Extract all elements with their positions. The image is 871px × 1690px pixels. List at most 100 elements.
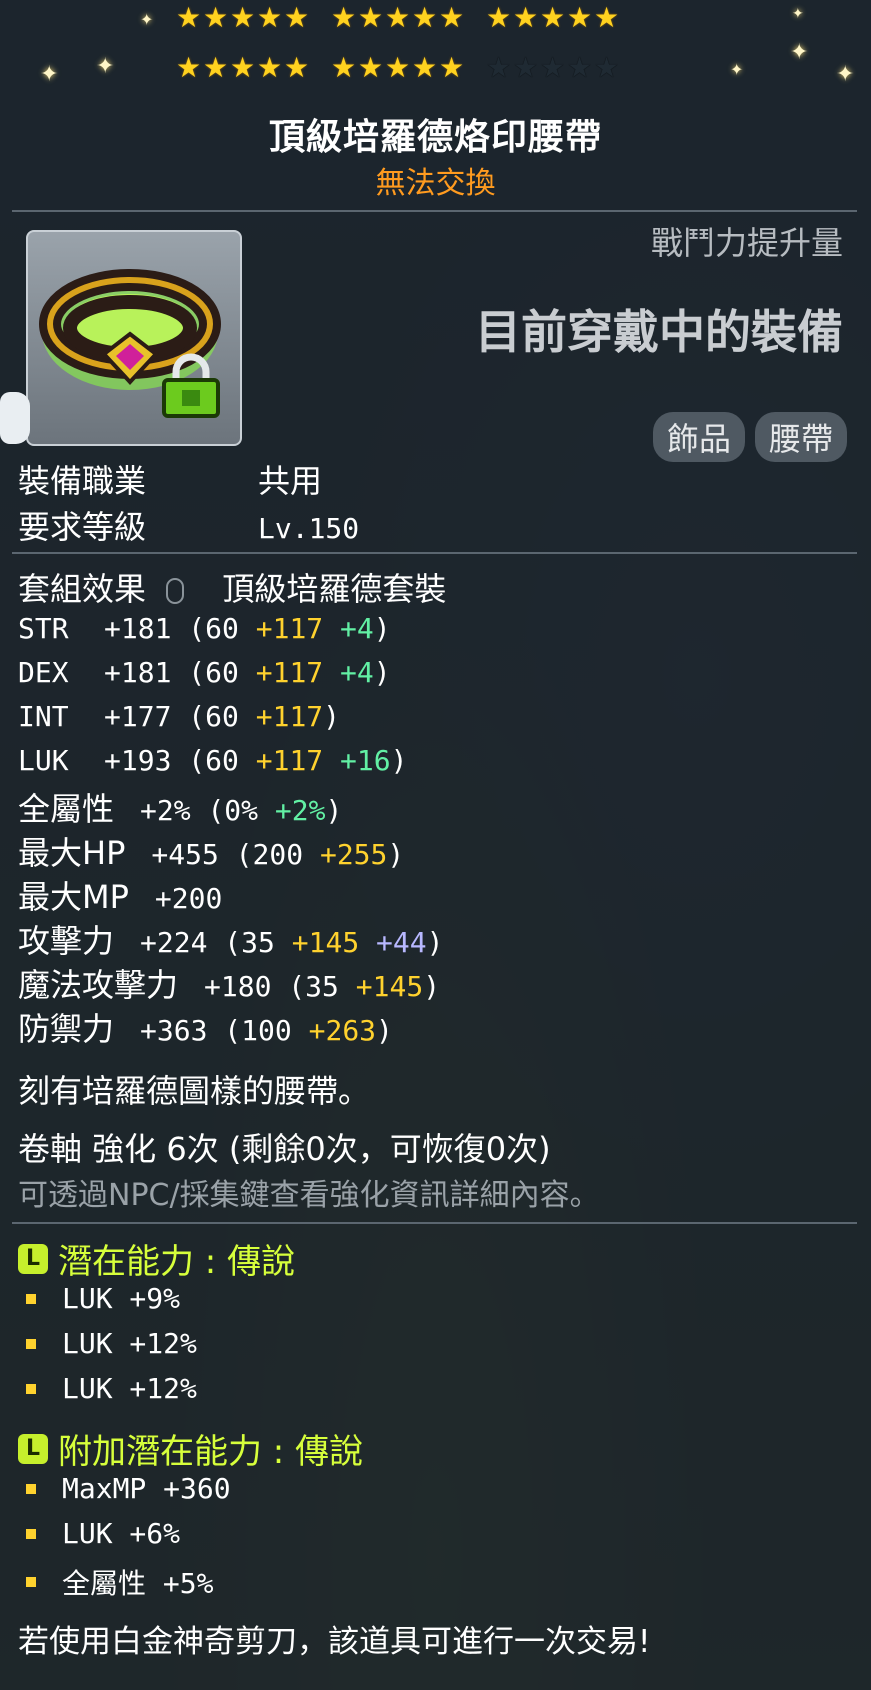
- star-filled-icon: ★: [438, 51, 465, 84]
- stat-close: ): [387, 838, 405, 871]
- star-group: ★ ★ ★ ★ ★: [485, 52, 620, 84]
- star-empty-icon: ★: [539, 51, 566, 84]
- mouse-icon: [166, 578, 185, 604]
- star-filled-icon: ★: [566, 1, 593, 34]
- stat-name: 最大HP: [18, 834, 126, 872]
- divider: [12, 1222, 857, 1224]
- star-filled-icon: ★: [202, 51, 229, 84]
- stat-bonus: +117: [255, 656, 324, 689]
- bullet-icon: [26, 1338, 36, 1349]
- set-effect-label: 套組效果: [18, 570, 147, 608]
- stat-name: STR: [18, 612, 69, 645]
- stat-extra: +2%: [274, 794, 326, 827]
- stat-name: 攻擊力: [18, 922, 115, 960]
- star-empty-icon: ★: [566, 51, 593, 84]
- stat-row: INT +177 (60 +117): [18, 696, 340, 734]
- stat-total: +193: [104, 744, 172, 777]
- item-name: 頂級培羅德烙印腰帶: [268, 117, 602, 158]
- power-increase-label: 戰鬥力提升量: [650, 224, 843, 262]
- stat-row: 全屬性 +2% (0% +2%): [18, 784, 342, 830]
- star-filled-icon: ★: [512, 1, 539, 34]
- stat-extra: +4: [323, 656, 374, 689]
- star-filled-icon: ★: [438, 1, 465, 34]
- stat-bonus: +145: [355, 970, 424, 1003]
- stat-bonus: +263: [308, 1014, 377, 1047]
- stat-name: LUK: [18, 744, 69, 777]
- req-level-value: Lv.150: [258, 512, 360, 545]
- sparkle-icon: ✦: [790, 40, 809, 65]
- stat-close: ): [423, 970, 441, 1003]
- item-description: 刻有培羅德圖樣的腰帶。: [18, 1072, 371, 1110]
- star-filled-icon: ★: [202, 1, 229, 34]
- star-empty-icon: ★: [512, 51, 539, 84]
- stat-base: (60: [171, 612, 256, 645]
- stat-name: 魔法攻擊力: [18, 966, 179, 1004]
- divider: [12, 552, 857, 554]
- category-tags: 飾品 腰帶: [652, 412, 847, 462]
- stat-base: (0%: [190, 794, 275, 827]
- star-filled-icon: ★: [229, 51, 256, 84]
- star-empty-icon: ★: [593, 51, 620, 84]
- star-group: ★ ★ ★ ★ ★: [175, 52, 310, 84]
- bullet-icon: [26, 1528, 36, 1539]
- bullet-icon: [26, 1577, 36, 1587]
- star-filled-icon: ★: [175, 1, 202, 34]
- potential-line: LUK +9%: [26, 1282, 180, 1315]
- sparkle-icon: ✦: [40, 62, 59, 87]
- req-job-label: 裝備職業: [18, 462, 147, 500]
- stat-bonus: +117: [255, 700, 324, 733]
- star-filled-icon: ★: [357, 51, 384, 84]
- stat-base: (100: [207, 1014, 309, 1047]
- star-group: ★ ★ ★ ★ ★: [485, 2, 620, 34]
- stat-close: ): [325, 794, 343, 827]
- star-group: ★ ★ ★ ★ ★: [330, 52, 465, 84]
- lock-icon: [162, 353, 220, 418]
- stat-total: +177: [104, 700, 172, 733]
- stat-name: DEX: [18, 656, 69, 689]
- upgrade-hint: 可透過NPC/採集鍵查看強化資訊詳細內容。: [18, 1178, 600, 1213]
- stat-name: 全屬性: [18, 790, 115, 828]
- bullet-icon: [26, 1383, 36, 1394]
- potential-header: L 潛在能力 : 傳說: [18, 1234, 295, 1283]
- stat-total: +180: [204, 970, 272, 1003]
- star-filled-icon: ★: [384, 51, 411, 84]
- sparkle-icon: ✦: [140, 10, 154, 29]
- star-filled-icon: ★: [330, 1, 357, 34]
- stat-row: 最大HP +455 (200 +255): [18, 828, 404, 874]
- stat-bonus: +255: [319, 838, 388, 871]
- stat-total: +200: [154, 882, 223, 915]
- sparkle-icon: ✦: [96, 54, 115, 79]
- stat-close: ): [390, 744, 408, 777]
- bullet-icon: [26, 1293, 36, 1304]
- legendary-badge-icon: L: [18, 1433, 48, 1464]
- potential-line: LUK +12%: [26, 1372, 197, 1405]
- bullet-icon: [26, 1483, 36, 1494]
- stat-total: +181: [104, 612, 172, 645]
- star-force-row-2: ★ ★ ★ ★ ★ ★ ★ ★ ★ ★ ★ ★ ★ ★ ★: [175, 52, 640, 84]
- req-job-value: 共用: [258, 462, 323, 500]
- stat-total: +455: [151, 838, 219, 871]
- stat-row: 最大MP +200: [18, 872, 222, 918]
- stat-row: LUK +193 (60 +117 +16): [18, 740, 407, 778]
- star-filled-icon: ★: [593, 1, 620, 34]
- item-icon-frame: [26, 230, 242, 446]
- stat-bonus: +117: [255, 744, 324, 777]
- stat-name: 最大MP: [18, 878, 129, 916]
- stat-total: +2%: [140, 794, 191, 827]
- stat-total: +224: [140, 926, 208, 959]
- bonus-potential-line: 全屬性 +5%: [26, 1562, 213, 1602]
- bonus-potential-line: MaxMP +360: [26, 1472, 231, 1505]
- stat-row: STR +181 (60 +117 +4): [18, 608, 391, 646]
- bonus-potential-line: LUK +6%: [26, 1517, 180, 1550]
- star-filled-icon: ★: [175, 51, 202, 84]
- stat-row: 防禦力 +363 (100 +263): [18, 1004, 393, 1050]
- stat-close: ): [373, 612, 391, 645]
- tag-belt: 腰帶: [754, 412, 847, 462]
- req-job-row: 裝備職業 共用: [18, 456, 322, 502]
- potential-title: 潛在能力 : 傳說: [58, 1242, 296, 1282]
- star-group: ★ ★ ★ ★ ★: [175, 2, 310, 34]
- item-tooltip: ✦ ✦ ✦ ✦ ✦ ✦ ✦ ★ ★ ★ ★ ★ ★ ★ ★ ★ ★ ★ ★ ★ ★ ★ ★ ★ ★ ★ ★ ★ ★ ★ ★ ★…: [0, 0, 871, 1690]
- footer-note: 若使用白金神奇剪刀，該道具可進行一次交易!: [18, 1624, 651, 1660]
- star-filled-icon: ★: [411, 1, 438, 34]
- sparkle-icon: ✦: [730, 60, 744, 79]
